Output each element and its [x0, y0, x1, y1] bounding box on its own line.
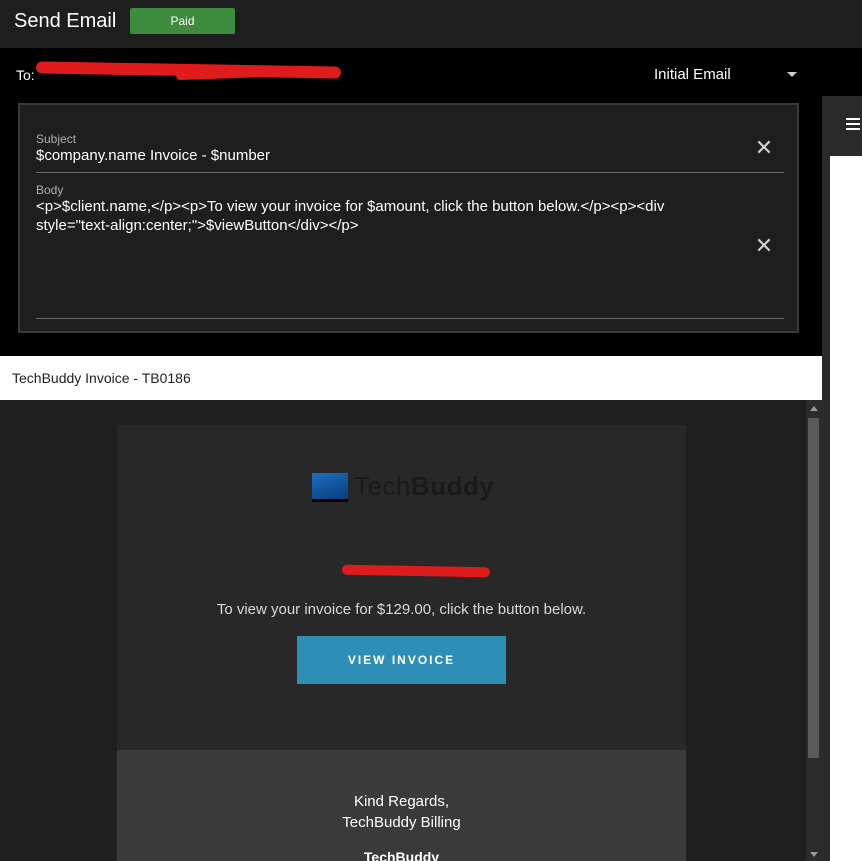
chevron-down-icon: [787, 72, 797, 77]
email-editor-panel: Subject $company.name Invoice - $number …: [18, 103, 799, 333]
preview-subject: TechBuddy Invoice - TB0186: [0, 356, 822, 400]
body-label: Body: [36, 183, 64, 197]
preview-scrollbar[interactable]: [806, 400, 822, 861]
redacted-greeting: [341, 564, 491, 578]
side-panel-content: [830, 156, 862, 861]
body-textarea[interactable]: <p>$client.name,</p><p>To view your invo…: [36, 197, 726, 235]
logo-mark-icon: [312, 473, 348, 502]
scrollbar-thumb[interactable]: [808, 418, 819, 758]
clear-body-close-icon[interactable]: ✕: [754, 235, 774, 257]
to-label: To:: [16, 67, 35, 83]
logo-wordmark: TechBuddy: [354, 471, 495, 501]
signoff-line1: Kind Regards,: [353, 793, 450, 810]
view-invoice-button[interactable]: VIEW INVOICE: [297, 636, 506, 684]
side-panel: [822, 96, 862, 861]
techbuddy-logo: TechBuddy: [312, 469, 502, 503]
email-footer: Kind Regards, TechBuddy Billing TechBudd…: [117, 750, 686, 861]
email-message: To view your invoice for $129.00, click …: [216, 601, 587, 618]
page-title: Send Email: [14, 10, 117, 32]
template-dropdown[interactable]: Initial Email: [654, 66, 804, 86]
scroll-down-icon[interactable]: [810, 852, 818, 857]
top-bar: Send Email Paid: [0, 0, 862, 48]
subject-label: Subject: [36, 132, 77, 146]
subject-input[interactable]: $company.name Invoice - $number: [36, 146, 736, 165]
email-preview: TechBuddy To view your invoice for $129.…: [0, 400, 822, 861]
template-dropdown-value: Initial Email: [654, 66, 731, 83]
hamburger-icon[interactable]: [846, 118, 860, 133]
email-card: TechBuddy To view your invoice for $129.…: [117, 425, 686, 750]
body-underline: [36, 318, 784, 319]
subject-underline: [36, 172, 784, 173]
signoff-line2: TechBuddy Billing: [342, 814, 461, 831]
scroll-up-icon[interactable]: [810, 406, 818, 411]
footer-company: TechBuddy: [363, 849, 440, 861]
clear-subject-close-icon[interactable]: ✕: [754, 137, 774, 159]
status-badge: Paid: [130, 8, 235, 34]
